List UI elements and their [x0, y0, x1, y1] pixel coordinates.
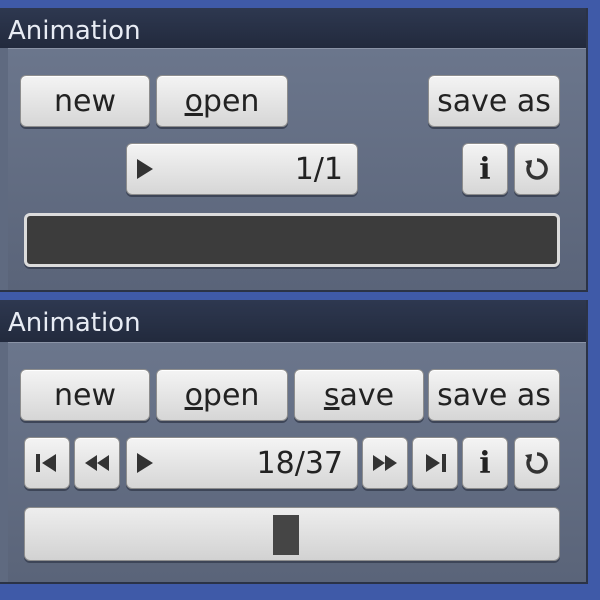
save-as-button-label: save as — [437, 377, 551, 413]
save-as-button-label: save as — [437, 83, 551, 119]
play-frame-counter[interactable]: 18/37 — [126, 437, 358, 489]
frame-counter: 18/37 — [256, 445, 343, 481]
fast-forward-button[interactable] — [362, 437, 408, 489]
rewind-button[interactable] — [74, 437, 120, 489]
loop-icon — [525, 452, 548, 474]
new-button-label: new — [53, 83, 116, 119]
panel-2-body: new open save save as 18/37 i — [8, 342, 586, 582]
play-icon — [137, 159, 153, 179]
animation-panel-2: Animation new open save save as 18/37 i — [0, 300, 588, 584]
save-button[interactable]: save — [294, 369, 424, 421]
skip-to-end-button[interactable] — [412, 437, 458, 489]
loop-button[interactable] — [514, 437, 560, 489]
loop-button[interactable] — [514, 143, 560, 195]
info-button[interactable]: i — [462, 437, 508, 489]
frame-counter: 1/1 — [294, 151, 343, 187]
fast-forward-icon — [373, 455, 397, 471]
panel-2-titlebar: Animation — [0, 300, 586, 342]
play-icon — [137, 453, 153, 473]
save-button-label: save — [323, 377, 395, 413]
loop-icon — [525, 158, 548, 180]
new-button-label: new — [53, 377, 116, 413]
save-as-button[interactable]: save as — [428, 369, 560, 421]
panel-2-title: Animation — [8, 308, 141, 338]
panel-1-title: Animation — [8, 16, 141, 46]
animation-panel-1: Animation new open save as 1/1 i — [0, 8, 588, 292]
timeline-slider-thumb[interactable] — [273, 515, 299, 555]
skip-to-start-button[interactable] — [24, 437, 70, 489]
panel-1-body: new open save as 1/1 i — [8, 48, 586, 290]
animation-timeline-slider[interactable] — [24, 507, 560, 561]
open-button-label: open — [184, 377, 260, 413]
open-button[interactable]: open — [156, 369, 288, 421]
panel-1-titlebar: Animation — [0, 8, 586, 48]
open-button[interactable]: open — [156, 75, 288, 127]
info-icon: i — [479, 445, 491, 481]
new-button[interactable]: new — [20, 369, 150, 421]
new-button[interactable]: new — [20, 75, 150, 127]
save-as-button[interactable]: save as — [428, 75, 560, 127]
play-frame-counter[interactable]: 1/1 — [126, 143, 358, 195]
info-icon: i — [479, 151, 491, 187]
animation-progress-track[interactable] — [24, 213, 560, 267]
info-button[interactable]: i — [462, 143, 508, 195]
open-button-label: open — [184, 83, 260, 119]
rewind-icon — [85, 455, 109, 471]
skip-to-end-icon — [426, 454, 446, 472]
skip-to-start-icon — [36, 454, 56, 472]
